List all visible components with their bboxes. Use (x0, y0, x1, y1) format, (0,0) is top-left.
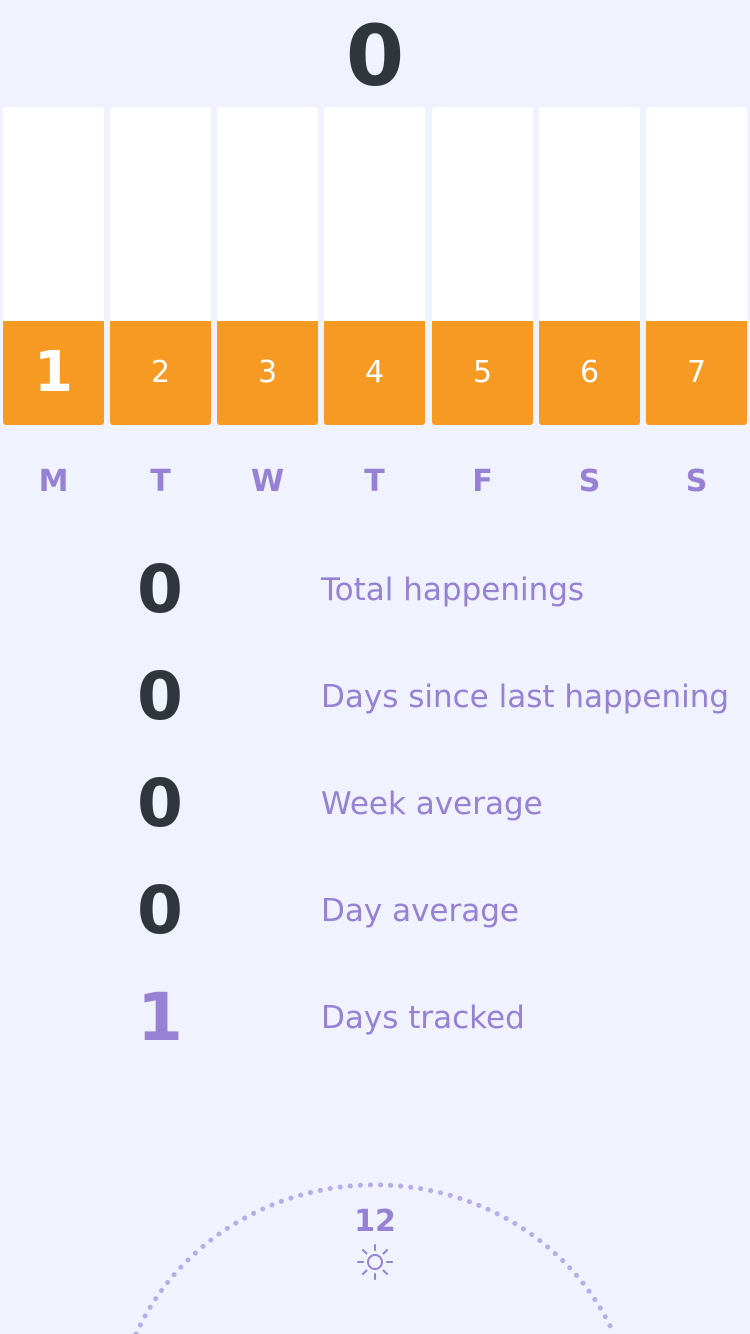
day-column-4: 4 (324, 107, 425, 425)
stat-value-days-since-last: 0 (137, 658, 183, 735)
day-column-6: 6 (539, 107, 640, 425)
day-1-empty-area[interactable] (3, 107, 104, 321)
stat-row-days-tracked: 1 Days tracked (0, 978, 750, 1058)
day-3-block[interactable]: 3 (217, 321, 318, 425)
happening-count: 0 (345, 7, 405, 105)
clock-hour-label: 12 (354, 1204, 396, 1239)
day-2-block[interactable]: 2 (110, 321, 211, 425)
week-grid: 1 2 3 4 5 6 7 (0, 107, 750, 427)
stat-value-day-average: 0 (137, 872, 183, 949)
day-column-1: 1 (3, 107, 104, 425)
sun-icon (357, 1244, 393, 1280)
stat-row-total: 0 Total happenings (0, 550, 750, 630)
stat-label-days-since-last: Days since last happening (321, 679, 730, 715)
day-4-empty-area[interactable] (324, 107, 425, 321)
day-column-3: 3 (217, 107, 318, 425)
stat-row-days-since: 0 Days since last happening (0, 657, 750, 737)
day-column-5: 5 (432, 107, 533, 425)
stat-label-total-happenings: Total happenings (321, 572, 585, 608)
stat-row-week-average: 0 Week average (0, 764, 750, 844)
day-5-empty-area[interactable] (432, 107, 533, 321)
weekday-label-tuesday: T (150, 464, 171, 499)
day-7-empty-area[interactable] (646, 107, 747, 321)
day-column-7: 7 (646, 107, 747, 425)
day-column-2: 2 (110, 107, 211, 425)
day-clock: 12 (0, 1170, 750, 1334)
weekday-label-friday: F (472, 464, 493, 499)
weekday-label-monday: M (38, 464, 69, 499)
day-1-block[interactable]: 1 (3, 321, 104, 425)
stat-value-total-happenings: 0 (137, 551, 183, 628)
day-6-block[interactable]: 6 (539, 321, 640, 425)
stat-value-days-tracked: 1 (137, 979, 183, 1056)
weekday-label-wednesday: W (250, 464, 285, 499)
day-6-empty-area[interactable] (539, 107, 640, 321)
stat-value-week-average: 0 (137, 765, 183, 842)
day-2-empty-area[interactable] (110, 107, 211, 321)
stat-label-days-tracked: Days tracked (321, 1000, 525, 1036)
day-7-block[interactable]: 7 (646, 321, 747, 425)
day-3-empty-area[interactable] (217, 107, 318, 321)
stat-label-day-average: Day average (321, 893, 519, 929)
weekday-label-saturday: S (578, 464, 601, 499)
weekday-label-thursday: T (364, 464, 385, 499)
stat-row-day-average: 0 Day average (0, 871, 750, 951)
day-5-block[interactable]: 5 (432, 321, 533, 425)
weekday-label-sunday: S (685, 464, 708, 499)
day-4-block[interactable]: 4 (324, 321, 425, 425)
stat-label-week-average: Week average (321, 786, 543, 822)
